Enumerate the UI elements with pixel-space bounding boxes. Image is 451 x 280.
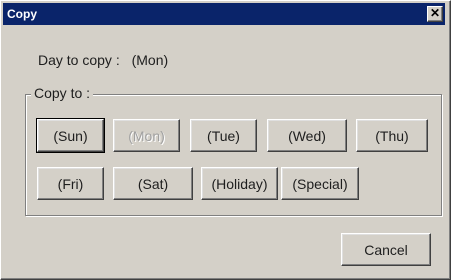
title-bar: Copy ✕ <box>3 3 445 25</box>
copy-sun-button[interactable]: (Sun) <box>36 118 105 153</box>
day-to-copy-row: Day to copy : (Mon) <box>38 52 168 68</box>
copy-dialog: Copy ✕ Day to copy : (Mon) Copy to : (Su… <box>0 0 451 280</box>
day-to-copy-label: Day to copy : <box>38 52 120 68</box>
close-icon[interactable]: ✕ <box>427 6 443 22</box>
copy-fri-button[interactable]: (Fri) <box>37 167 104 200</box>
copy-to-label: Copy to : <box>31 85 94 101</box>
day-to-copy-value: (Mon) <box>131 52 169 68</box>
copy-holiday-button[interactable]: (Holiday) <box>201 167 278 200</box>
copy-wed-button[interactable]: (Wed) <box>267 119 347 152</box>
copy-thu-button[interactable]: (Thu) <box>356 119 428 152</box>
copy-tue-button[interactable]: (Tue) <box>190 119 257 152</box>
copy-special-button[interactable]: (Special) <box>281 167 359 200</box>
copy-mon-button: (Mon) <box>113 119 180 152</box>
cancel-button[interactable]: Cancel <box>341 233 431 266</box>
window-title: Copy <box>7 7 37 21</box>
copy-sat-button[interactable]: (Sat) <box>113 167 193 200</box>
